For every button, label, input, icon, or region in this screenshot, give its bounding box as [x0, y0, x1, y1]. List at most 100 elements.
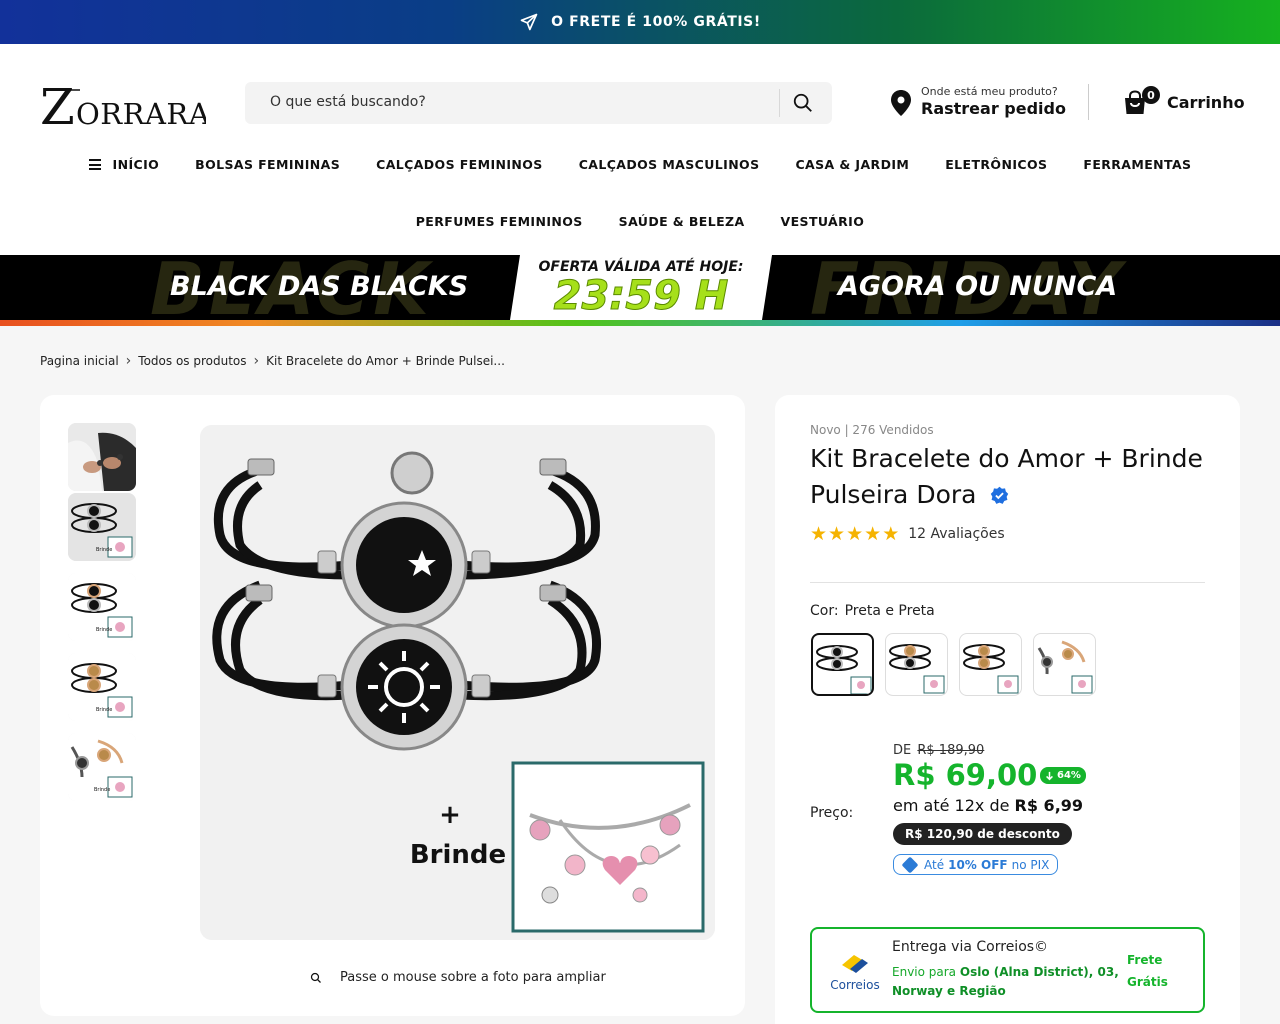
cart-button[interactable]: 0 Carrinho — [1122, 86, 1245, 120]
search-button[interactable] — [790, 90, 816, 116]
plus-sign: + — [439, 800, 461, 830]
main-nav-row-2: PERFUMES FEMININOS SAÚDE & BELEZA VESTUÁ… — [0, 214, 1280, 229]
store-logo[interactable]: Z ORRARA — [40, 78, 210, 136]
cart-count-badge: 0 — [1142, 86, 1160, 104]
banner-left-text: BLACK DAS BLACKS — [170, 271, 469, 302]
track-order-label[interactable]: Rastrear pedido — [921, 99, 1066, 118]
main-nav-row-1: INÍCIO BOLSAS FEMININAS CALÇADOS FEMININ… — [0, 157, 1280, 172]
nav-item-bolsas-femininas[interactable]: BOLSAS FEMININAS — [195, 157, 340, 172]
product-main-image[interactable]: + Brinde — [200, 425, 715, 940]
product-meta: Novo | 276 Vendidos — [810, 423, 934, 437]
nav-item-saude-beleza[interactable]: SAÚDE & BELEZA — [619, 214, 745, 229]
color-swatch-rosa-preta[interactable] — [885, 633, 948, 696]
location-pin-icon — [891, 90, 911, 116]
product-info-panel: Novo | 276 Vendidos Kit Bracelete do Amo… — [775, 395, 1240, 1024]
menu-icon — [88, 159, 101, 170]
magnifier-icon — [310, 972, 321, 983]
banner-right-text: AGORA OU NUNCA — [838, 271, 1118, 302]
search-icon — [793, 93, 812, 112]
installment-value: R$ 6,99 — [1014, 796, 1084, 815]
color-option-label: Cor: Preta e Preta — [810, 603, 935, 619]
svg-text:ORRARA: ORRARA — [76, 97, 206, 128]
old-price-prefix: DE — [893, 743, 912, 758]
thumb-caption: Brinde — [96, 547, 112, 553]
divider — [810, 582, 1205, 583]
pix-off: 10% OFF — [948, 857, 1008, 872]
shipping-destination: Envio para Oslo (Alna District), 03, Nor… — [892, 963, 1122, 1001]
site-header: Z ORRARA O que está buscando? Onde está … — [0, 44, 1280, 255]
product-title: Kit Bracelete do Amor + Brinde Pulseira … — [810, 441, 1220, 513]
color-swatch-magnetico[interactable] — [1033, 633, 1096, 696]
shipping-to-prefix: Envio para — [892, 965, 957, 979]
rating[interactable]: ★ ★ ★ ★ ★ 12 Avaliações — [810, 523, 1005, 545]
breadcrumb-all-products[interactable]: Todos os produtos — [138, 354, 246, 368]
header-divider — [1088, 84, 1089, 120]
search-input[interactable]: O que está buscando? — [270, 94, 426, 110]
pix-icon — [901, 856, 919, 873]
nav-item-vestuario[interactable]: VESTUÁRIO — [781, 214, 865, 229]
thumb-caption: Brinde — [96, 707, 112, 713]
color-swatch-rosa-rosa[interactable] — [959, 633, 1022, 696]
current-price: R$ 69,00 — [893, 758, 1038, 792]
thumb-caption: Brinde — [96, 627, 112, 633]
star-icon: ★ — [846, 523, 864, 545]
review-count[interactable]: 12 Avaliações — [908, 526, 1004, 542]
nav-item-eletronicos[interactable]: ELETRÔNICOS — [945, 157, 1047, 172]
pix-prefix: Até — [924, 857, 945, 872]
breadcrumb-home[interactable]: Pagina inicial — [40, 354, 119, 368]
nav-item-casa-jardim[interactable]: CASA & JARDIM — [795, 157, 909, 172]
old-price-value: R$ 189,90 — [917, 743, 985, 758]
announcement-bar: O FRETE É 100% GRÁTIS! — [0, 0, 1280, 44]
star-icon: ★ — [828, 523, 846, 545]
breadcrumb: Pagina inicial › Todos os produtos › Kit… — [40, 353, 505, 369]
breadcrumb-current: Kit Bracelete do Amor + Brinde Pulsei... — [266, 354, 505, 368]
price-label: Preço: — [810, 805, 854, 821]
star-icon: ★ — [810, 523, 828, 545]
correios-logo: Correios — [828, 949, 882, 993]
track-order-hint: Onde está meu produto? — [921, 85, 1058, 98]
search-bar[interactable]: O que está buscando? — [245, 82, 832, 124]
color-label: Cor: — [810, 603, 839, 619]
star-icon: ★ — [882, 523, 900, 545]
nav-label: INÍCIO — [112, 157, 160, 172]
black-friday-banner[interactable]: BLACK FRIDAY BLACK DAS BLACKS OFERTA VÁL… — [0, 255, 1280, 320]
verified-badge-icon — [991, 486, 1009, 504]
brinde-label: Brinde — [410, 840, 506, 870]
paper-plane-icon — [520, 13, 538, 31]
free-shipping-label: Frete Grátis — [1127, 953, 1168, 989]
cart-label: Carrinho — [1167, 93, 1245, 112]
selected-color: Preta e Preta — [844, 603, 935, 619]
product-gallery: Brinde Brinde Brinde Brinde + Brinde Pas… — [40, 395, 745, 1016]
pix-suffix: no PIX — [1011, 857, 1050, 872]
track-order-link[interactable]: Onde está meu produto? Rastrear pedido — [890, 84, 1070, 124]
gallery-thumbnail[interactable]: Brinde — [68, 733, 136, 801]
search-divider — [779, 89, 780, 117]
nav-item-ferramentas[interactable]: FERRAMENTAS — [1083, 157, 1191, 172]
zoom-hint: Passe o mouse sobre a foto para ampliar — [310, 970, 606, 985]
color-swatch-preta-preta[interactable] — [811, 633, 874, 696]
shipping-box: Correios Entrega via Correios© Envio par… — [810, 927, 1205, 1013]
gallery-thumbnail[interactable]: Brinde — [68, 573, 136, 641]
thumb-caption: Brinde — [94, 787, 110, 793]
banner-countdown: OFERTA VÁLIDA ATÉ HOJE: 23:59 H — [510, 255, 772, 320]
shipping-title: Entrega via Correios© — [892, 939, 1049, 955]
discount-percent-badge: 64% — [1040, 767, 1086, 784]
gallery-thumbnail[interactable]: Brinde — [68, 653, 136, 721]
chevron-right-icon: › — [253, 353, 260, 369]
installments-prefix: em até 12x de — [893, 796, 1010, 815]
nav-item-perfumes-femininos[interactable]: PERFUMES FEMININOS — [416, 214, 583, 229]
pix-discount-badge: Até 10% OFF no PIX — [893, 854, 1059, 875]
gallery-thumbnail[interactable]: Brinde — [68, 493, 136, 561]
nav-item-calcados-masculinos[interactable]: CALÇADOS MASCULINOS — [579, 157, 760, 172]
discount-amount-badge: R$ 120,90 de desconto — [893, 823, 1072, 845]
svg-text:Z: Z — [40, 78, 75, 128]
nav-item-calcados-femininos[interactable]: CALÇADOS FEMININOS — [376, 157, 543, 172]
old-price: DE R$ 189,90 — [893, 743, 984, 758]
nav-item-inicio[interactable]: INÍCIO — [88, 157, 160, 172]
banner-time: 23:59 H — [553, 273, 729, 319]
star-icon: ★ — [864, 523, 882, 545]
correios-wordmark: Correios — [830, 978, 879, 992]
arrow-down-icon — [1046, 771, 1053, 780]
rainbow-strip — [0, 320, 1280, 326]
gallery-thumbnail[interactable] — [68, 423, 136, 491]
